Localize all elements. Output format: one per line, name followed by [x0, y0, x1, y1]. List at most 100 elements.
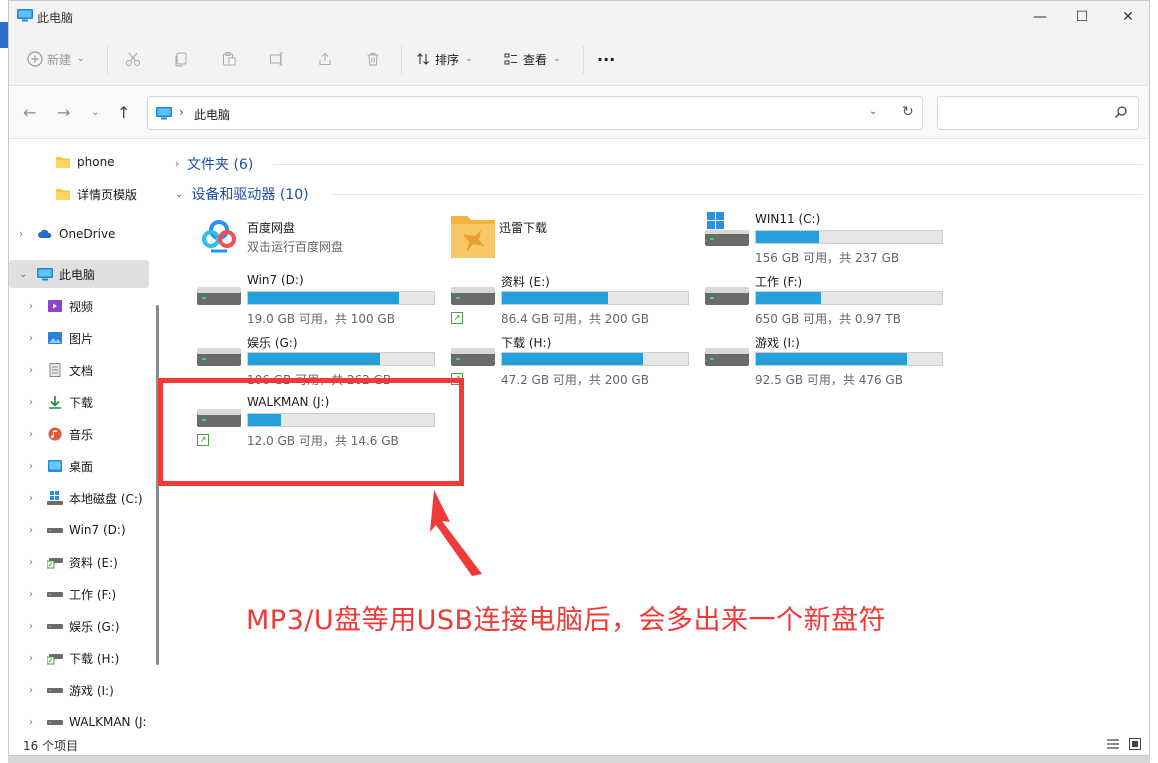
expand-chevron-icon[interactable]: › — [29, 525, 41, 536]
expand-chevron-icon[interactable]: › — [29, 589, 41, 600]
view-button[interactable]: 查看 ⌄ — [503, 47, 561, 71]
drive-name: Win7 (D:) — [247, 273, 304, 287]
sidebar-item-drive-g[interactable]: › 娱乐 (G:) — [9, 612, 149, 640]
status-bar: 16 个项目 — [9, 732, 1149, 755]
sidebar-item-label: 图片 — [69, 331, 94, 346]
sidebar-item-documents[interactable]: › 文档 — [9, 356, 149, 384]
sort-button-label: 排序 — [435, 52, 460, 67]
breadcrumb-this-pc[interactable]: 此电脑 — [194, 106, 230, 123]
drive-tile-f[interactable]: 工作 (F:) 650 GB 可用，共 0.97 TB — [705, 273, 955, 329]
up-arrow-icon[interactable]: ↑ — [117, 103, 130, 122]
recent-locations-chevron-icon[interactable]: ⌄ — [91, 107, 99, 118]
sidebar-item-drive-f[interactable]: › 工作 (F:) — [9, 580, 149, 608]
drive-icon — [197, 287, 241, 305]
sidebar-item-downloads[interactable]: › 下载 — [9, 388, 149, 416]
minimize-button[interactable]: — — [1017, 1, 1063, 32]
app-tile-xunlei[interactable]: 迅雷下载 — [449, 216, 699, 275]
drive-free-space: 156 GB 可用，共 237 GB — [755, 251, 900, 265]
expand-chevron-icon[interactable]: › — [29, 557, 41, 568]
network-drive-icon — [47, 654, 63, 665]
group-header-label: 文件夹 (6) — [187, 157, 254, 173]
back-arrow-icon[interactable]: ← — [23, 103, 36, 122]
drive-icon — [705, 348, 749, 366]
drive-icon — [47, 528, 63, 533]
sidebar-item-drive-c[interactable]: › 本地磁盘 (C:) — [9, 484, 149, 512]
new-button[interactable]: 新建 ⌄ — [27, 47, 85, 71]
sidebar-item-drive-i[interactable]: › 游戏 (I:) — [9, 676, 149, 704]
expand-chevron-icon[interactable]: › — [29, 621, 41, 632]
sidebar-item-drive-d[interactable]: › Win7 (D:) — [9, 516, 149, 544]
expand-chevron-icon[interactable]: › — [29, 493, 41, 504]
navigation-bar: ← → ⌄ ↑ › 此电脑 ⌄ ↻ — [9, 87, 1149, 139]
arrow-up-annotation-icon — [430, 490, 482, 576]
sidebar-item-drive-h[interactable]: › 下载 (H:) — [9, 644, 149, 672]
sidebar-item-desktop[interactable]: › 桌面 — [9, 452, 149, 480]
music-icon — [48, 427, 62, 441]
drive-free-space: 47.2 GB 可用，共 200 GB — [501, 373, 649, 387]
group-header-folders[interactable]: › 文件夹 (6) — [175, 154, 253, 174]
drive-tile-c[interactable]: WIN11 (C:) 156 GB 可用，共 237 GB — [705, 212, 955, 268]
drive-icon — [197, 348, 241, 366]
expand-chevron-icon[interactable]: › — [29, 653, 41, 664]
sidebar-item-pictures[interactable]: › 图片 — [9, 324, 149, 352]
delete-icon[interactable] — [365, 51, 381, 67]
expand-chevron-icon[interactable]: › — [29, 429, 41, 440]
sidebar-item-label: Win7 (D:) — [69, 523, 126, 537]
maximize-button[interactable]: ☐ — [1059, 1, 1105, 32]
forward-arrow-icon[interactable]: → — [57, 103, 70, 122]
expand-chevron-icon[interactable]: › — [29, 717, 41, 728]
rename-icon[interactable] — [269, 51, 285, 67]
drive-tile-i[interactable]: 游戏 (I:) 92.5 GB 可用，共 476 GB — [705, 334, 955, 390]
cut-icon[interactable] — [125, 51, 141, 67]
title-bar: 此电脑 — ☐ ✕ — [9, 1, 1149, 32]
sidebar-item-detail-template[interactable]: 详情页模版 — [9, 180, 149, 208]
drive-name: 资料 (E:) — [501, 275, 550, 289]
expand-chevron-icon[interactable]: › — [29, 397, 41, 408]
breadcrumb-chevron-icon[interactable]: › — [179, 105, 184, 119]
more-options-button[interactable]: ··· — [597, 47, 615, 71]
drive-name: 娱乐 (G:) — [247, 336, 298, 350]
toolbar-divider — [107, 46, 108, 74]
collapse-chevron-icon[interactable]: ⌄ — [19, 269, 31, 280]
expand-chevron-icon[interactable]: › — [29, 685, 41, 696]
expand-chevron-icon[interactable]: › — [29, 461, 41, 472]
drive-tile-e[interactable]: ↗ 资料 (E:) 86.4 GB 可用，共 200 GB — [451, 273, 701, 329]
paste-icon[interactable] — [221, 51, 237, 67]
highlight-box — [158, 378, 464, 486]
close-button[interactable]: ✕ — [1105, 1, 1149, 32]
drive-tile-d[interactable]: Win7 (D:) 19.0 GB 可用，共 100 GB — [197, 273, 447, 329]
command-bar: 新建 ⌄ 排序 ⌄ 查看 ⌄ ··· — [9, 32, 1149, 86]
copy-icon[interactable] — [173, 51, 189, 67]
address-bar[interactable]: › 此电脑 ⌄ ↻ — [147, 96, 923, 130]
expand-chevron-icon[interactable]: › — [29, 365, 41, 376]
share-icon[interactable] — [317, 51, 333, 67]
refresh-icon[interactable]: ↻ — [902, 104, 914, 120]
download-icon — [49, 396, 61, 409]
expand-chevron-icon[interactable]: › — [19, 229, 31, 240]
sidebar-item-music[interactable]: › 音乐 — [9, 420, 149, 448]
drive-free-space: 19.0 GB 可用，共 100 GB — [247, 312, 395, 326]
tiles-view-icon[interactable] — [1129, 738, 1141, 750]
sidebar-item-this-pc[interactable]: ⌄ 此电脑 — [9, 260, 149, 288]
expand-chevron-icon[interactable]: › — [29, 301, 41, 312]
expand-chevron-icon[interactable]: › — [175, 159, 179, 170]
document-icon — [49, 363, 61, 377]
group-header-devices[interactable]: ⌄ 设备和驱动器 (10) — [175, 184, 309, 204]
sidebar-item-phone[interactable]: phone — [9, 148, 149, 176]
details-view-icon[interactable] — [1107, 738, 1119, 750]
search-box[interactable] — [937, 96, 1139, 130]
sidebar-item-label: phone — [77, 155, 115, 169]
expand-chevron-icon[interactable]: › — [29, 333, 41, 344]
collapse-chevron-icon[interactable]: ⌄ — [175, 189, 183, 200]
sort-button[interactable]: 排序 ⌄ — [415, 47, 473, 71]
sidebar-item-onedrive[interactable]: › OneDrive — [9, 220, 149, 248]
address-history-chevron-icon[interactable]: ⌄ — [869, 106, 877, 117]
monitor-icon — [156, 107, 172, 120]
sidebar-item-drive-e[interactable]: › 资料 (E:) — [9, 548, 149, 576]
app-tile-baidu-netdisk[interactable]: 百度网盘 双击运行百度网盘 — [197, 213, 447, 275]
sidebar-item-videos[interactable]: › 视频 — [9, 292, 149, 320]
sidebar-item-drive-j[interactable]: › WALKMAN (J: — [9, 708, 149, 732]
drive-tile-h[interactable]: ↗ 下载 (H:) 47.2 GB 可用，共 200 GB — [451, 334, 701, 390]
toolbar-divider — [401, 46, 402, 74]
app-name: 迅雷下载 — [499, 221, 548, 235]
